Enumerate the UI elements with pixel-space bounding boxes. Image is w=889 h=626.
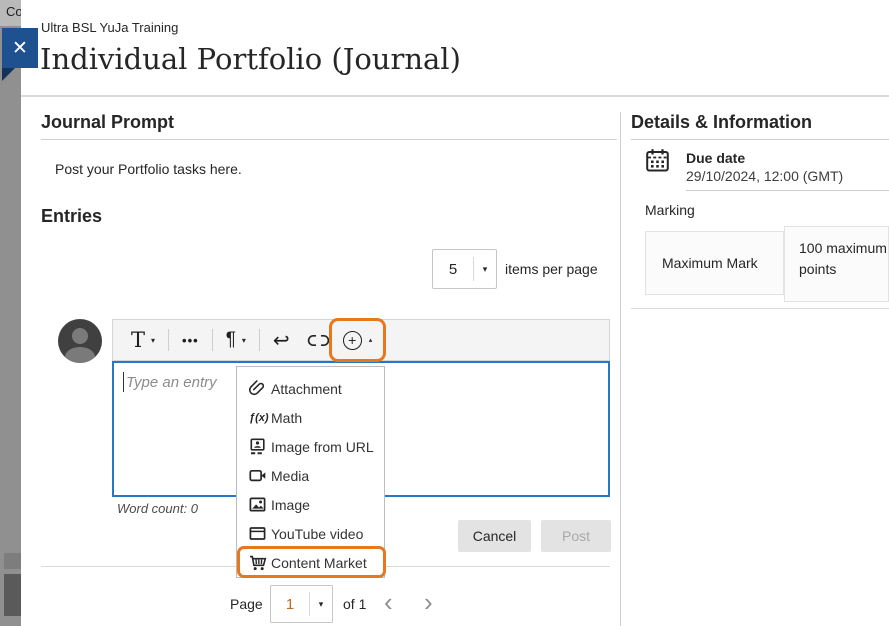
marking-divider	[631, 308, 889, 309]
menu-item-label: YouTube video	[271, 526, 363, 542]
more-options-button[interactable]: •••	[182, 333, 199, 348]
dimmed-background-text: Co	[0, 0, 21, 26]
caret-up-icon: ▴	[369, 336, 373, 344]
cart-icon	[249, 555, 271, 571]
calendar-icon	[644, 147, 671, 179]
toolbar-separator	[168, 329, 169, 351]
details-divider	[631, 139, 889, 140]
dimmed-background-block	[4, 553, 21, 569]
dimmed-background-block	[4, 574, 21, 616]
close-panel-button[interactable]: ✕	[2, 28, 38, 68]
menu-item-content-market-highlighted[interactable]: Content Market	[237, 548, 384, 577]
insert-link-button[interactable]	[307, 334, 330, 347]
link-icon	[307, 334, 330, 347]
menu-item-label: Attachment	[271, 381, 342, 397]
dimmed-background-strip: Co	[0, 0, 21, 626]
previous-page-button[interactable]: ‹	[384, 589, 393, 615]
avatar-head-shape	[72, 328, 88, 344]
items-per-page-label: items per page	[505, 261, 598, 277]
menu-item-youtube-video[interactable]: YouTube video	[237, 519, 384, 548]
menu-item-label: Media	[271, 468, 309, 484]
paragraph-style-button[interactable]: ¶ ▾	[226, 329, 246, 351]
more-options-icon: •••	[182, 333, 199, 348]
due-date-label: Due date	[686, 150, 745, 166]
post-button-disabled[interactable]: Post	[541, 520, 611, 552]
due-date-divider	[686, 190, 889, 191]
page-label: Page	[230, 596, 263, 612]
caret-down-icon: ▾	[474, 264, 496, 275]
text-style-icon: T	[131, 328, 145, 352]
menu-item-label: Content Market	[271, 555, 367, 571]
journal-prompt-divider	[41, 139, 617, 140]
journal-panel: Ultra BSL YuJa Training Individual Portf…	[21, 0, 889, 626]
chevron-right-icon: ›	[424, 587, 433, 617]
journal-prompt-text: Post your Portfolio tasks here.	[55, 161, 242, 177]
breadcrumb-course-name: Ultra BSL YuJa Training	[41, 20, 178, 35]
image-from-url-icon	[249, 438, 271, 455]
user-avatar	[58, 319, 102, 363]
maximum-mark-cell: Maximum Mark	[645, 231, 784, 295]
close-icon: ✕	[12, 37, 28, 60]
image-icon	[249, 496, 271, 513]
text-cursor	[123, 372, 124, 392]
entries-heading: Entries	[41, 206, 102, 227]
journal-prompt-heading: Journal Prompt	[41, 112, 174, 133]
menu-item-image-from-url[interactable]: Image from URL	[237, 432, 384, 461]
toolbar-separator	[212, 329, 213, 351]
next-page-button[interactable]: ›	[424, 589, 433, 615]
page-number-value: 1	[271, 596, 309, 613]
media-icon	[249, 467, 271, 484]
caret-down-icon: ▾	[242, 336, 246, 345]
undo-icon: ↩	[273, 328, 290, 353]
math-icon: ƒ(x)	[249, 412, 271, 424]
menu-item-image[interactable]: Image	[237, 490, 384, 519]
text-style-button[interactable]: T ▾	[113, 328, 155, 352]
cancel-button[interactable]: Cancel	[458, 520, 531, 552]
caret-down-icon: ▾	[151, 336, 155, 345]
menu-item-attachment[interactable]: Attachment	[237, 374, 384, 403]
menu-item-label: Math	[271, 410, 302, 426]
menu-item-label: Image from URL	[271, 439, 374, 455]
details-heading: Details & Information	[631, 112, 812, 133]
undo-button[interactable]: ↩	[273, 328, 307, 353]
menu-item-label: Image	[271, 497, 310, 513]
paperclip-icon	[249, 380, 271, 397]
editor-placeholder: Type an entry	[126, 374, 217, 391]
maximum-points-cell: 100 maximum points	[784, 226, 889, 302]
plus-circle-icon: +	[343, 331, 362, 350]
due-date-value: 29/10/2024, 12:00 (GMT)	[686, 168, 843, 184]
toolbar-separator	[259, 329, 260, 351]
avatar-body-shape	[65, 347, 95, 363]
menu-item-math[interactable]: ƒ(x) Math	[237, 403, 384, 432]
page-number-select[interactable]: 1 ▾	[270, 585, 333, 623]
page-title: Individual Portfolio (Journal)	[40, 42, 461, 76]
items-per-page-value: 5	[433, 261, 473, 278]
youtube-icon	[249, 525, 271, 542]
chevron-left-icon: ‹	[384, 587, 393, 617]
add-content-menu: Attachment ƒ(x) Math Image from URL	[236, 366, 385, 578]
add-content-button-highlighted[interactable]: + ▴	[329, 318, 386, 362]
placeholder-row: Type an entry	[123, 372, 217, 392]
word-count: Word count: 0	[117, 501, 198, 516]
caret-down-icon: ▾	[310, 599, 332, 610]
menu-item-media[interactable]: Media	[237, 461, 384, 490]
marking-label: Marking	[645, 202, 695, 218]
paragraph-icon: ¶	[226, 329, 236, 351]
items-per-page-select[interactable]: 5 ▾	[432, 249, 497, 289]
column-divider	[620, 112, 621, 626]
page-of-label: of 1	[343, 596, 366, 612]
close-button-tail	[2, 68, 15, 81]
header-divider	[21, 95, 889, 97]
